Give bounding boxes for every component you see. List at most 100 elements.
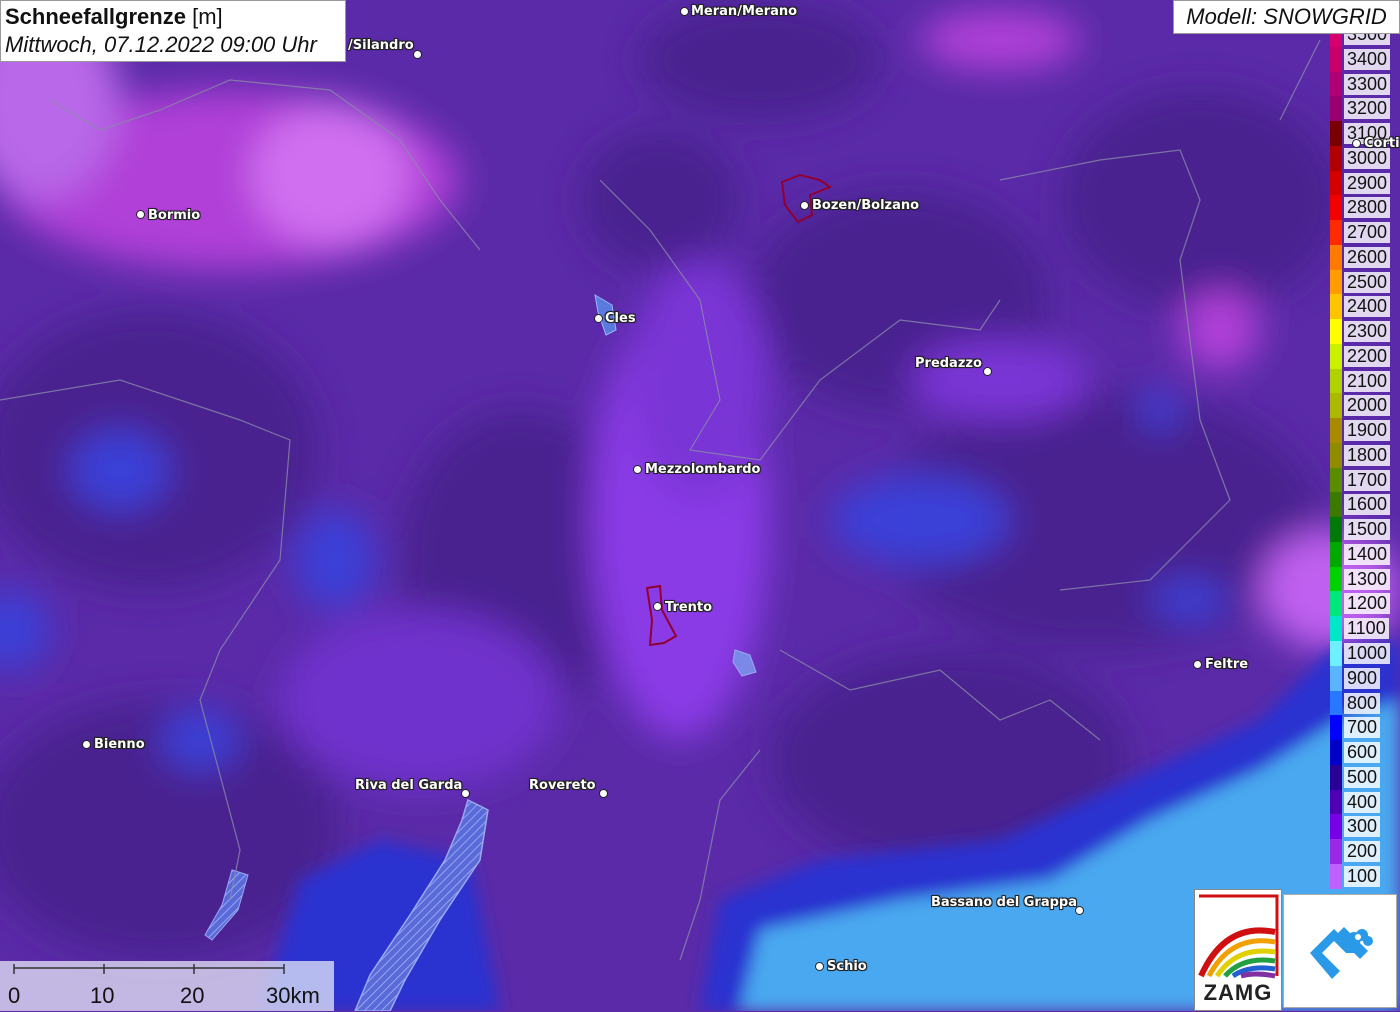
city-label-feltre[interactable]: Feltre <box>1205 658 1248 672</box>
scale-label-20: 20 <box>180 983 205 1008</box>
city-label-cles[interactable]: Cles <box>605 312 636 326</box>
city-label-predazzo[interactable]: Predazzo <box>915 357 982 371</box>
city-dot <box>136 210 145 219</box>
legend-label: 3400 <box>1344 48 1391 70</box>
legend-swatch <box>1330 170 1342 196</box>
city-label-bolzano[interactable]: Bozen/Bolzano <box>812 199 919 213</box>
scale-label-0: 0 <box>8 983 21 1008</box>
legend-label: 3300 <box>1344 73 1391 95</box>
legend-item: 3200 <box>1328 96 1400 122</box>
legend-item: 2400 <box>1328 294 1400 320</box>
city-label-merano[interactable]: Meran/Merano <box>691 5 797 19</box>
legend-label: 100 <box>1344 865 1381 887</box>
legend-item: 1100 <box>1328 616 1400 642</box>
legend-swatch <box>1330 517 1342 543</box>
legend-label: 1700 <box>1344 469 1391 491</box>
legend-label: 2200 <box>1344 345 1391 367</box>
legend-label: 2700 <box>1344 222 1391 244</box>
parameter-unit: [m] <box>192 4 223 29</box>
legend-swatch <box>1330 145 1342 171</box>
snowfall-limit-map[interactable] <box>0 0 1400 1011</box>
city-dot <box>815 962 824 971</box>
legend-swatch <box>1330 368 1342 394</box>
legend-item: 1000 <box>1328 641 1400 666</box>
legend-swatch <box>1330 121 1342 147</box>
legend-item: 1600 <box>1328 492 1400 518</box>
legend-swatch <box>1330 71 1342 97</box>
legend-label: 1600 <box>1344 494 1391 516</box>
city-label-riva-del-garda[interactable]: Riva del Garda <box>355 779 462 793</box>
snowgrid-logo[interactable] <box>1283 894 1397 1008</box>
color-legend: 3500 3400 3300 3200 3100 3000 2900 2800 2700 2600… <box>1328 34 1400 890</box>
legend-item: 3500 <box>1328 34 1400 47</box>
city-dot <box>1352 139 1361 148</box>
city-label-bormio[interactable]: Bormio <box>148 209 200 223</box>
city-label-bassano[interactable]: Bassano del Grappa <box>931 896 1077 910</box>
city-label-silandro[interactable]: /Silandro <box>348 39 414 53</box>
parameter-name: Schneefallgrenze <box>5 4 186 29</box>
legend-item: 2700 <box>1328 220 1400 246</box>
model-label: Modell: SNOWGRID <box>1173 0 1400 34</box>
legend-swatch <box>1330 764 1342 790</box>
legend-item: 500 <box>1328 764 1400 790</box>
legend-item: 1400 <box>1328 541 1400 567</box>
legend-item: 300 <box>1328 814 1400 840</box>
city-dot <box>594 314 603 323</box>
legend-label: 1900 <box>1344 420 1391 442</box>
legend-label: 1300 <box>1344 568 1391 590</box>
legend-label: 2600 <box>1344 246 1391 268</box>
scale-label-10: 10 <box>90 983 115 1008</box>
zamg-logo[interactable]: ZAMG <box>1194 889 1282 1011</box>
city-label-corti[interactable]: Corti <box>1364 137 1400 151</box>
legend-swatch <box>1330 343 1342 369</box>
legend-swatch <box>1330 220 1342 246</box>
legend-swatch <box>1330 195 1342 221</box>
legend-swatch <box>1330 789 1342 815</box>
legend-item: 2500 <box>1328 269 1400 295</box>
legend-swatch <box>1330 591 1342 617</box>
legend-label: 1000 <box>1344 643 1391 664</box>
city-dot <box>1193 660 1202 669</box>
legend-label: 1400 <box>1344 543 1391 565</box>
city-dot <box>633 465 642 474</box>
city-label-trento[interactable]: Trento <box>665 601 712 615</box>
legend-item: 2300 <box>1328 319 1400 345</box>
city-label-rovereto[interactable]: Rovereto <box>529 779 596 793</box>
city-label-bienno[interactable]: Bienno <box>94 738 145 752</box>
city-label-schio[interactable]: Schio <box>827 960 867 974</box>
legend-label: 1100 <box>1344 618 1389 640</box>
legend-item: 800 <box>1328 690 1400 716</box>
legend-swatch <box>1330 740 1342 766</box>
legend-item: 3300 <box>1328 71 1400 97</box>
legend-item: 2800 <box>1328 195 1400 221</box>
city-label-mezzolombardo[interactable]: Mezzolombardo <box>645 463 760 477</box>
legend-item: 900 <box>1328 665 1400 691</box>
zamg-text: ZAMG <box>1203 980 1273 1005</box>
legend-label: 900 <box>1344 667 1381 689</box>
legend-swatch <box>1330 46 1342 72</box>
legend-swatch <box>1330 269 1342 295</box>
city-dot <box>599 789 608 798</box>
legend-label: 2400 <box>1344 296 1391 318</box>
legend-label: 1200 <box>1344 593 1391 615</box>
legend-swatch <box>1330 641 1342 666</box>
legend-swatch <box>1330 616 1342 642</box>
legend-label: 1800 <box>1344 444 1391 466</box>
legend-label: 600 <box>1344 742 1381 764</box>
legend-label: 2000 <box>1344 395 1391 417</box>
legend-swatch <box>1330 319 1342 345</box>
legend-swatch <box>1330 244 1342 270</box>
city-dot <box>82 740 91 749</box>
legend-item: 2100 <box>1328 368 1400 394</box>
legend-label: 700 <box>1344 717 1381 739</box>
legend-item: 2200 <box>1328 343 1400 369</box>
scale-bar: 0 10 20 30km <box>0 961 334 1011</box>
legend-item: 600 <box>1328 740 1400 766</box>
legend-label: 1500 <box>1344 519 1391 541</box>
scale-label-30km: 30km <box>266 983 320 1008</box>
legend-swatch <box>1330 665 1342 691</box>
legend-swatch <box>1330 442 1342 468</box>
legend-swatch <box>1330 492 1342 518</box>
legend-item: 1700 <box>1328 467 1400 493</box>
legend-label: 2900 <box>1344 172 1391 194</box>
